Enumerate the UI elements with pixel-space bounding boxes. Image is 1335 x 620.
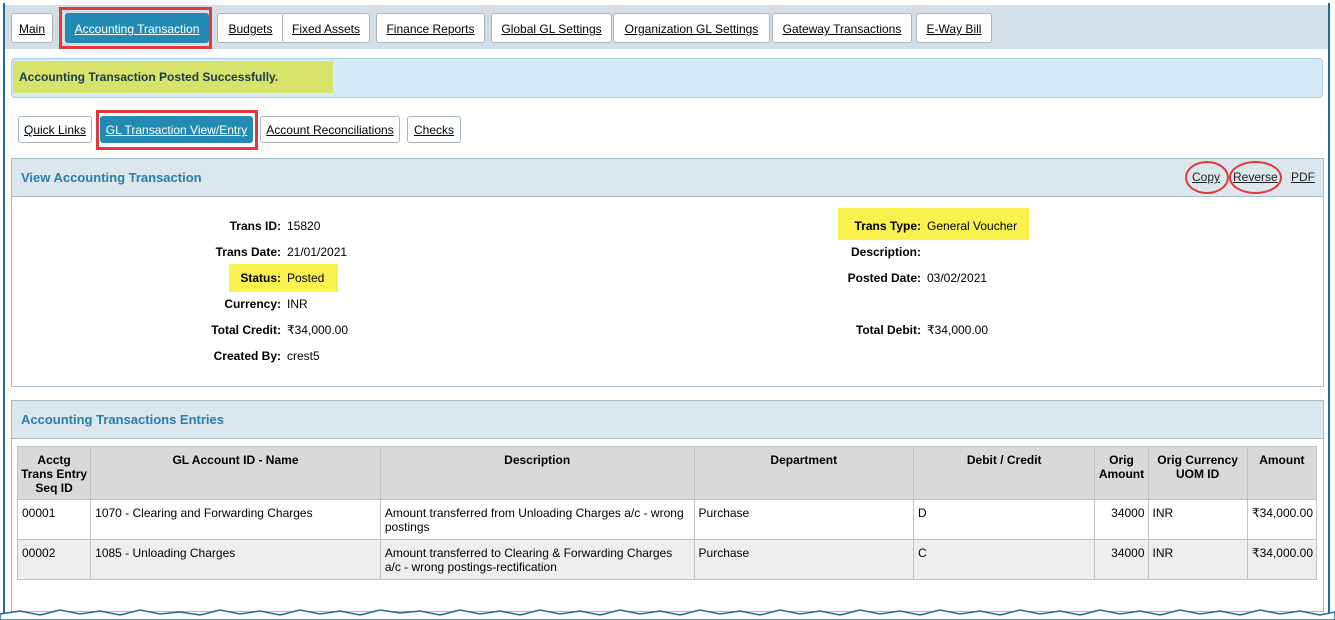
orig-amount: 34000 xyxy=(1094,539,1149,580)
torn-edge xyxy=(0,609,1335,620)
debit-credit: C xyxy=(913,539,1096,580)
panel-title: View Accounting Transaction xyxy=(21,170,202,185)
annotation-circle-copy xyxy=(1185,161,1229,194)
view-transaction-header: View Accounting Transaction Copy Reverse… xyxy=(12,159,1323,197)
table-row: 00001 1070 - Clearing and Forwarding Cha… xyxy=(16,499,1318,540)
tab-budgets[interactable]: Budgets xyxy=(217,13,284,43)
trans-date-label: Trans Date: xyxy=(215,245,281,259)
trans-id-value: 15820 xyxy=(287,219,321,233)
subtab-account-reconciliations[interactable]: Account Reconciliations xyxy=(260,116,400,143)
orig-currency: INR xyxy=(1147,499,1248,540)
table-header-row: Acctg Trans Entry Seq ID GL Account ID -… xyxy=(16,446,1318,500)
trans-id-label: Trans ID: xyxy=(229,219,281,233)
annotation-box-gl-transaction xyxy=(96,110,258,150)
annotation-box-accounting-transaction xyxy=(59,7,212,49)
tab-fixed-assets[interactable]: Fixed Assets xyxy=(282,13,370,43)
trans-type-label: Trans Type: xyxy=(854,219,921,233)
column-header: Orig Currency UOM ID xyxy=(1147,446,1248,500)
department: Purchase xyxy=(693,539,915,580)
column-header: Amount xyxy=(1246,446,1318,500)
entry-seq-id: 00001 xyxy=(16,499,92,540)
status-value: Posted xyxy=(287,271,325,285)
subtab-checks[interactable]: Checks xyxy=(407,116,461,143)
gl-account: 1085 - Unloading Charges xyxy=(90,539,381,580)
amount: ₹34,000.00 xyxy=(1246,499,1318,540)
alert-message: Accounting Transaction Posted Successful… xyxy=(19,70,279,84)
trans-date-value: 21/01/2021 xyxy=(287,245,348,259)
entries-header: Accounting Transactions Entries xyxy=(12,401,1323,439)
success-alert: Accounting Transaction Posted Successful… xyxy=(11,58,1323,98)
table-row: 00002 1085 - Unloading Charges Amount tr… xyxy=(16,539,1318,580)
tab-gateway-transactions[interactable]: Gateway Transactions xyxy=(772,13,912,43)
annotation-circle-reverse xyxy=(1229,161,1282,194)
debit-credit: D xyxy=(913,499,1096,540)
currency-value: INR xyxy=(287,297,308,311)
entry-seq-id: 00002 xyxy=(16,539,92,580)
total-credit-value: ₹34,000.00 xyxy=(287,323,349,337)
column-header: Department xyxy=(693,446,915,500)
column-header: Description xyxy=(379,446,695,500)
total-debit-label: Total Debit: xyxy=(855,323,921,337)
tab-organization-gl-settings[interactable]: Organization GL Settings xyxy=(613,13,770,43)
created-by-value: crest5 xyxy=(287,349,320,363)
column-header: GL Account ID - Name xyxy=(90,446,381,500)
trans-type-value: General Voucher xyxy=(927,219,1018,233)
entry-description: Amount transferred from Unloading Charge… xyxy=(379,499,695,540)
column-header: Orig Amount xyxy=(1094,446,1149,500)
posted-date-label: Posted Date: xyxy=(847,271,921,285)
tab-global-gl-settings[interactable]: Global GL Settings xyxy=(491,13,612,43)
entry-description: Amount transferred to Clearing & Forward… xyxy=(379,539,695,580)
currency-label: Currency: xyxy=(224,297,281,311)
pdf-link[interactable]: PDF xyxy=(1291,159,1315,196)
subtab-quick-links[interactable]: Quick Links xyxy=(18,116,92,143)
posted-date-value: 03/02/2021 xyxy=(927,271,988,285)
tab-finance-reports[interactable]: Finance Reports xyxy=(376,13,485,43)
description-label: Description: xyxy=(850,245,921,259)
total-debit-value: ₹34,000.00 xyxy=(927,323,989,337)
total-credit-label: Total Credit: xyxy=(211,323,281,337)
orig-amount: 34000 xyxy=(1094,499,1149,540)
orig-currency: INR xyxy=(1147,539,1248,580)
column-header: Acctg Trans Entry Seq ID xyxy=(16,446,92,500)
gl-account: 1070 - Clearing and Forwarding Charges xyxy=(90,499,381,540)
amount: ₹34,000.00 xyxy=(1246,539,1318,580)
column-header: Debit / Credit xyxy=(913,446,1096,500)
entries-title: Accounting Transactions Entries xyxy=(21,412,224,427)
tab-e-way-bill[interactable]: E-Way Bill xyxy=(916,13,992,43)
department: Purchase xyxy=(693,499,915,540)
tab-main[interactable]: Main xyxy=(11,13,53,43)
entries-table: Acctg Trans Entry Seq ID GL Account ID -… xyxy=(16,446,1318,580)
created-by-label: Created By: xyxy=(213,349,281,363)
status-label: Status: xyxy=(240,271,281,285)
